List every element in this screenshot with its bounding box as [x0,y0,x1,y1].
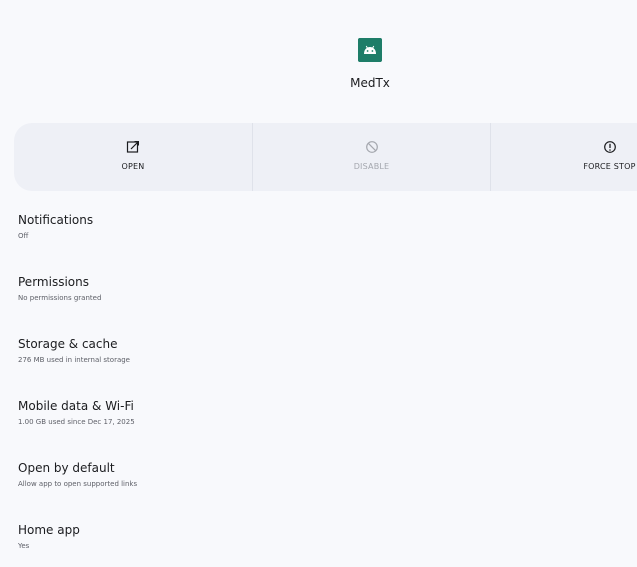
open-button[interactable]: OPEN [14,123,252,191]
home-app-item[interactable]: Home app Yes [18,522,618,567]
storage-cache-title: Storage & cache [18,337,118,351]
home-app-summary: Yes [18,542,30,550]
permissions-item[interactable]: Permissions No permissions granted [18,274,618,336]
mobile-data-wifi-title: Mobile data & Wi-Fi [18,399,134,413]
open-in-new-icon [126,141,139,153]
action-bar: OPEN DISABLE FORCE STOP [14,123,637,191]
disable-button[interactable]: DISABLE [252,123,490,191]
settings-list: Notifications Off Permissions No permiss… [18,212,618,567]
disable-button-label: DISABLE [353,162,390,171]
notifications-title: Notifications [18,213,94,227]
mobile-data-wifi-summary: 1.00 GB used since Dec 17, 2025 [18,418,135,426]
notifications-item[interactable]: Notifications Off [18,212,618,274]
mobile-data-wifi-item[interactable]: Mobile data & Wi-Fi 1.00 GB used since D… [18,398,618,460]
permissions-summary: No permissions granted [18,294,102,302]
app-info-page: MedTx OPEN DISABLE FORCE STOP Notificati… [0,0,637,567]
app-header: MedTx [0,38,637,90]
force-stop-button-label: FORCE STOP [583,162,636,171]
open-by-default-title: Open by default [18,461,115,475]
permissions-title: Permissions [18,275,89,289]
open-by-default-item[interactable]: Open by default Allow app to open suppor… [18,460,618,522]
android-app-icon [358,38,382,62]
notifications-summary: Off [18,232,29,240]
open-button-label: OPEN [121,162,145,171]
storage-cache-summary: 276 MB used in internal storage [18,356,130,364]
app-name: MedTx [350,76,390,90]
disable-icon [365,141,378,153]
open-by-default-summary: Allow app to open supported links [18,480,138,488]
storage-cache-item[interactable]: Storage & cache 276 MB used in internal … [18,336,618,398]
home-app-title: Home app [18,523,80,537]
info-alert-icon [603,141,616,153]
force-stop-button[interactable]: FORCE STOP [490,123,637,191]
